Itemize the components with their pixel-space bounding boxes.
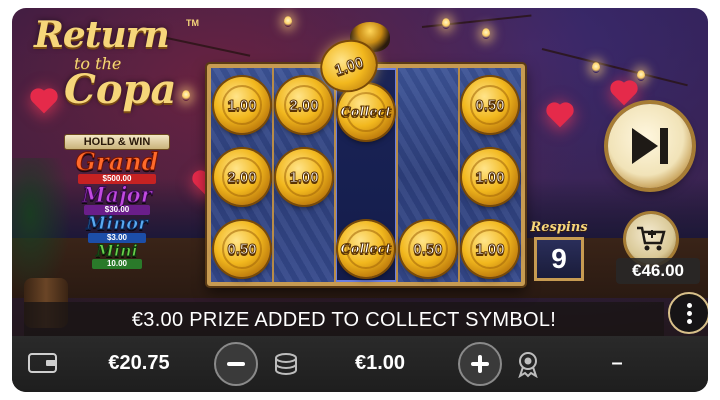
trademark: TM — [186, 18, 199, 28]
reel-grid: 1.00 2.00 Collect 0.50 2.00 1.00 1.00 0.… — [207, 64, 525, 286]
coin-value: 1.00 — [289, 168, 319, 186]
coin-symbol: 2.00 — [214, 149, 270, 205]
logo-word-copa: Copa — [64, 66, 177, 113]
game-frame: Return to the Copa TM HOLD & WIN Grand $… — [12, 8, 708, 392]
coin-symbol: 1.00 — [276, 149, 332, 205]
jackpot-panel: HOLD & WIN Grand $500.00 Major $30.00 Mi… — [58, 134, 176, 269]
collect-label: Collect — [340, 241, 392, 257]
respins-box: 9 — [534, 237, 584, 281]
collect-label: Collect — [340, 104, 392, 120]
reel-divider — [458, 68, 460, 282]
balance-value: €20.75 — [108, 351, 170, 374]
respins-counter: Respins 9 — [528, 220, 590, 281]
coin-value: 1.00 — [475, 168, 505, 186]
collect-symbol: Collect — [338, 84, 394, 140]
coin-symbol: 0.50 — [462, 77, 518, 133]
bet-value: €1.00 — [354, 351, 406, 374]
light-string — [421, 14, 532, 28]
jackpot-name: Minor — [86, 213, 148, 234]
coin-symbol: 0.50 — [214, 221, 270, 277]
jackpot-grand: Grand $500.00 — [58, 147, 176, 184]
flying-coin-value: 1.00 — [332, 53, 366, 79]
coin-value: 2.00 — [227, 168, 257, 186]
plus-icon — [478, 355, 482, 373]
respins-count: 9 — [551, 243, 567, 274]
coin-symbol: 0.50 — [400, 221, 456, 277]
jackpot-name: Grand — [75, 147, 159, 176]
buy-feature-price[interactable]: €46.00 — [616, 258, 700, 284]
coin-value: 2.00 — [289, 96, 319, 114]
menu-button[interactable] — [668, 292, 708, 334]
light-bulb — [284, 16, 292, 27]
more-vertical-icon — [686, 318, 692, 324]
coin-symbol: 1.00 — [462, 149, 518, 205]
coin-value: 1.00 — [475, 240, 505, 258]
award-icon — [514, 350, 542, 378]
respins-label: Respins — [530, 220, 588, 235]
logo-word-return: Return — [34, 14, 170, 56]
reel-divider — [272, 68, 274, 282]
jackpot-major: Major $30.00 — [58, 184, 176, 215]
more-vertical-icon — [686, 310, 692, 316]
decrease-bet-button[interactable] — [214, 342, 258, 386]
bottom-bar: €20.75 €1.00 – — [12, 336, 708, 392]
cart-icon — [637, 226, 666, 251]
jackpot-minor: Minor $3.00 — [58, 213, 176, 243]
jackpot-name: Major — [82, 182, 153, 207]
jackpot-name: Mini — [96, 241, 139, 260]
spin-button[interactable] — [608, 104, 692, 188]
coin-value: 0.50 — [413, 240, 443, 258]
heart-lantern-icon — [548, 104, 572, 128]
coin-symbol: 1.00 — [214, 77, 270, 133]
minus-icon — [227, 362, 245, 366]
light-bulb — [442, 18, 450, 29]
light-bulb — [637, 70, 645, 81]
coin-symbol: 2.00 — [276, 77, 332, 133]
heart-lantern-icon — [612, 82, 636, 106]
buy-feature-button[interactable] — [626, 214, 676, 264]
collect-symbol: Collect — [338, 221, 394, 277]
play-skip-icon — [632, 128, 668, 164]
reel-divider — [396, 68, 398, 282]
coin-value: 1.00 — [227, 96, 257, 114]
more-vertical-icon — [686, 302, 692, 308]
reel-divider — [334, 68, 336, 282]
jackpot-mini: Mini 10.00 — [58, 241, 176, 269]
jackpot-value: 10.00 — [92, 259, 142, 269]
light-bulb — [482, 28, 490, 39]
light-bulb — [592, 62, 600, 73]
status-message: €3.00 PRIZE ADDED TO COLLECT SYMBOL! — [24, 302, 664, 338]
coin-stack-icon — [272, 350, 300, 378]
coin-value: 0.50 — [227, 240, 257, 258]
win-value: – — [611, 351, 623, 374]
coin-symbol: 1.00 — [462, 221, 518, 277]
game-logo: Return to the Copa TM — [34, 14, 199, 134]
increase-bet-button[interactable] — [458, 342, 502, 386]
wallet-icon — [28, 352, 58, 374]
coin-value: 0.50 — [475, 96, 505, 114]
